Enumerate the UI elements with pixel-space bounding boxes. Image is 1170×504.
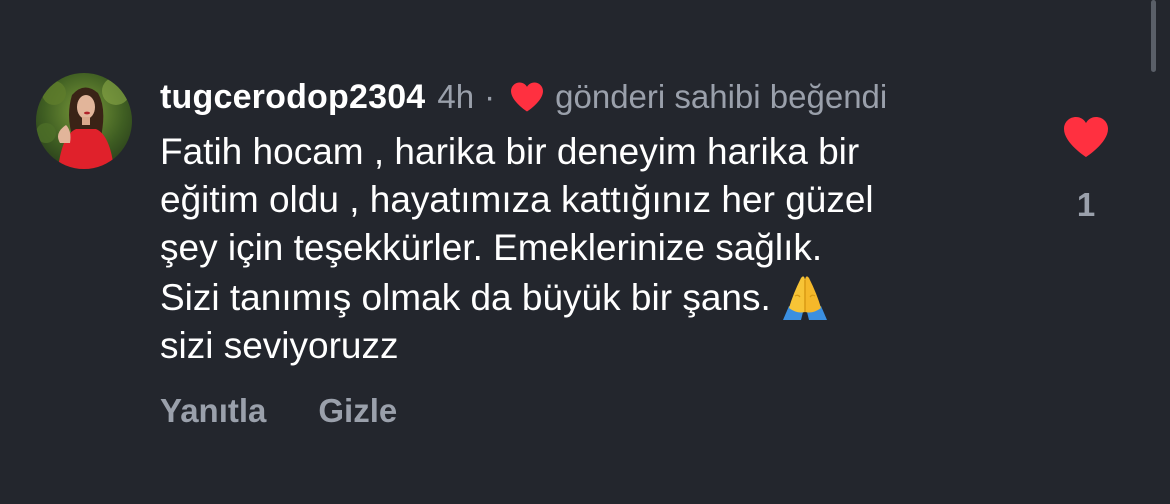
- comment-actions: Yanıtla Gizle: [160, 392, 397, 430]
- comment-line: sizi seviyoruzz: [160, 325, 399, 366]
- heart-icon: [509, 81, 545, 113]
- username[interactable]: tugcerodop2304: [160, 78, 425, 117]
- comment-line: eğitim oldu , hayatımıza kattığınız her …: [160, 179, 874, 220]
- comment-header: tugcerodop2304 4h · gönderi sahibi beğen…: [160, 73, 887, 121]
- hide-button[interactable]: Gizle: [318, 392, 397, 430]
- like-button[interactable]: [1062, 114, 1110, 160]
- author-liked-text: gönderi sahibi beğendi: [555, 78, 888, 115]
- comment-line-with-emoji: Sizi tanımış olmak da büyük bir şans.: [160, 272, 1020, 322]
- separator-dot: ·: [484, 78, 496, 115]
- scrollbar[interactable]: [1151, 0, 1156, 72]
- timestamp: 4h: [437, 78, 475, 115]
- comment-line: şey için teşekkürler. Emeklerinize sağlı…: [160, 227, 823, 268]
- comment-screen: tugcerodop2304 4h · gönderi sahibi beğen…: [0, 0, 1170, 504]
- comment-line: Sizi tanımış olmak da büyük bir şans.: [160, 277, 771, 318]
- heart-icon: [1064, 117, 1108, 157]
- reply-button[interactable]: Yanıtla: [160, 392, 266, 430]
- avatar[interactable]: [36, 73, 132, 169]
- comment-line: Fatih hocam , harika bir deneyim harika …: [160, 131, 860, 172]
- comment-text: Fatih hocam , harika bir deneyim harika …: [160, 128, 1020, 370]
- folded-hands-icon: [779, 272, 831, 320]
- like-count[interactable]: 1: [1062, 186, 1110, 224]
